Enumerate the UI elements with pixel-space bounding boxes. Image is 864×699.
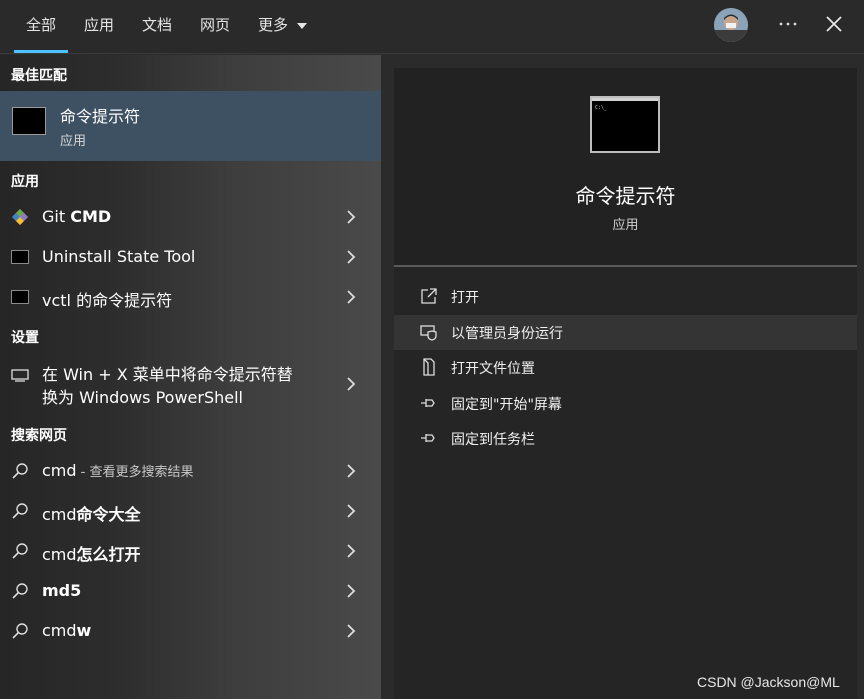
action-pin-to-taskbar[interactable]: 固定到任务栏	[394, 421, 857, 456]
web-row[interactable]: cmd怎么打开	[0, 531, 381, 571]
terminal-icon	[11, 288, 29, 306]
monitor-icon	[11, 369, 29, 382]
shield-icon	[420, 325, 437, 341]
chevron-right-icon[interactable]	[345, 463, 357, 479]
search-icon	[12, 543, 28, 559]
app-row-vctl[interactable]: vctl 的命令提示符	[0, 277, 381, 317]
action-label: 固定到"开始"屏幕	[451, 397, 562, 413]
ellipsis-icon[interactable]	[776, 12, 800, 36]
action-open-file-location[interactable]: 打开文件位置	[394, 350, 857, 385]
close-icon[interactable]	[822, 12, 846, 36]
settings-header: 设置	[11, 330, 39, 346]
tab-all[interactable]: 全部	[13, 15, 69, 53]
tab-apps[interactable]: 应用	[84, 15, 114, 37]
chevron-right-icon[interactable]	[345, 209, 357, 225]
action-open[interactable]: 打开	[394, 279, 857, 314]
tab-more-label: 更多	[258, 16, 289, 34]
tab-web[interactable]: 网页	[200, 15, 230, 37]
web-row-label: cmd怎么打开	[42, 545, 141, 564]
detail-header: C:\_ 命令提示符 应用	[394, 68, 857, 265]
action-label: 打开文件位置	[451, 361, 535, 377]
tab-more[interactable]: 更多	[258, 15, 307, 37]
chevron-right-icon[interactable]	[345, 376, 357, 392]
detail-panel: C:\_ 命令提示符 应用 打开 以管理员身份运行 打开文件位置 固定到"开始"…	[394, 68, 857, 699]
search-icon	[12, 463, 28, 479]
git-icon	[12, 209, 28, 225]
web-row[interactable]: cmd - 查看更多搜索结果	[0, 451, 381, 491]
action-label: 固定到任务栏	[451, 432, 535, 448]
command-prompt-icon: C:\_	[590, 96, 660, 153]
web-row[interactable]: cmd命令大全	[0, 491, 381, 531]
divider	[394, 265, 857, 267]
chevron-right-icon[interactable]	[345, 503, 357, 519]
app-row-uninstall-state-tool[interactable]: Uninstall State Tool	[0, 237, 381, 277]
results-panel: 最佳匹配 命令提示符 应用 应用 Git CMD Uninstall State…	[0, 55, 381, 699]
search-icon	[12, 583, 28, 599]
svg-text:C:\_: C:\_	[595, 105, 608, 111]
search-icon	[12, 623, 28, 639]
tab-documents[interactable]: 文档	[142, 15, 172, 37]
search-icon	[12, 503, 28, 519]
web-row-label: cmdw	[42, 621, 92, 640]
user-avatar-icon	[714, 8, 748, 42]
web-search-header: 搜索网页	[11, 428, 67, 444]
action-label: 打开	[451, 290, 479, 306]
chevron-down-icon	[296, 22, 307, 29]
search-tab-bar: 全部 应用 文档 网页 更多	[0, 0, 864, 54]
web-row-label: cmd命令大全	[42, 505, 141, 524]
pin-icon	[421, 399, 435, 407]
pin-icon	[421, 434, 435, 442]
best-match-header: 最佳匹配	[11, 68, 67, 84]
file-location-icon	[423, 358, 435, 376]
chevron-right-icon[interactable]	[345, 623, 357, 639]
apps-header: 应用	[11, 174, 39, 190]
detail-subtitle: 应用	[612, 218, 639, 233]
watermark: CSDN @Jackson@ML	[697, 674, 840, 690]
settings-row-powershell[interactable]: 在 Win + X 菜单中将命令提示符替 换为 Windows PowerShe…	[0, 355, 381, 413]
best-match-subtitle: 应用	[60, 134, 87, 149]
chevron-right-icon[interactable]	[345, 249, 357, 265]
app-row-label: vctl 的命令提示符	[42, 291, 173, 310]
action-pin-to-start[interactable]: 固定到"开始"屏幕	[394, 386, 857, 421]
web-row[interactable]: cmdw	[0, 611, 381, 651]
action-label: 以管理员身份运行	[451, 326, 563, 342]
chevron-right-icon[interactable]	[345, 583, 357, 599]
app-row-label: Git CMD	[42, 207, 112, 226]
avatar[interactable]	[714, 8, 748, 42]
terminal-icon	[11, 248, 29, 266]
chevron-right-icon[interactable]	[345, 543, 357, 559]
best-match-title: 命令提示符	[60, 107, 141, 126]
action-run-as-admin[interactable]: 以管理员身份运行	[394, 315, 857, 350]
command-prompt-icon	[12, 107, 46, 135]
web-row-label: md5	[42, 581, 82, 600]
best-match-item[interactable]: 命令提示符 应用	[0, 91, 381, 161]
web-row-label: cmd - 查看更多搜索结果	[42, 461, 194, 480]
settings-row-label: 在 Win + X 菜单中将命令提示符替 换为 Windows PowerShe…	[42, 365, 293, 407]
detail-title: 命令提示符	[575, 184, 676, 208]
app-row-label: Uninstall State Tool	[42, 247, 196, 266]
open-icon	[421, 288, 437, 304]
app-row-git-cmd[interactable]: Git CMD	[0, 197, 381, 237]
chevron-right-icon[interactable]	[345, 289, 357, 305]
web-row[interactable]: md5	[0, 571, 381, 611]
